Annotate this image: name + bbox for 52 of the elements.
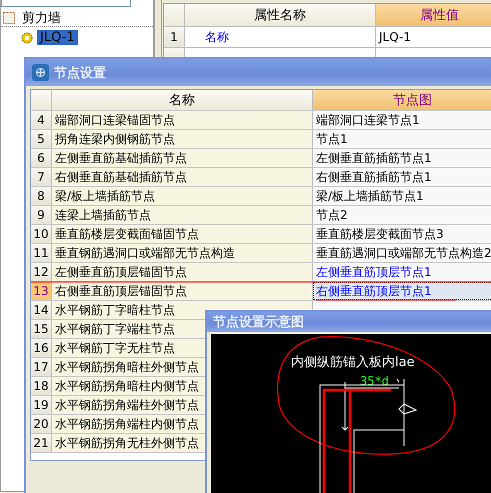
header-cell: 名称 <box>52 90 313 110</box>
row-number[interactable]: 4 <box>31 111 52 129</box>
tree-item[interactable]: JLQ-1 <box>37 30 78 45</box>
row-number: 1 <box>164 27 185 47</box>
table-cell: 左侧垂直筋基础插筋节点 <box>52 149 313 167</box>
row-number[interactable]: 5 <box>31 130 52 148</box>
table-cell: 梁/板上墙插筋节点 <box>52 187 313 205</box>
table-cell: 端部洞口连梁锚固节点 <box>52 111 313 129</box>
table-cell[interactable]: 左侧垂直筋插筋节点1 <box>313 149 491 167</box>
table-cell: 垂直筋楼层变截面锚固节点 <box>52 225 313 243</box>
table-cell[interactable]: 垂直筋楼层变截面节点3 <box>313 225 491 243</box>
window-title: 节点设置 <box>54 64 106 82</box>
row-number[interactable]: 10 <box>31 225 52 243</box>
table-cell: 拐角连梁内侧钢筋节点 <box>52 130 313 148</box>
row-number[interactable]: 13 <box>31 282 52 300</box>
row-number[interactable]: 11 <box>31 244 52 262</box>
table-cell: 右侧垂直筋顶层锚固节点 <box>52 282 313 300</box>
header-cell: 属性名称 <box>185 4 376 26</box>
table-cell[interactable]: 右侧垂直筋顶层节点1 <box>313 282 491 300</box>
app-icon <box>32 64 49 81</box>
row-number[interactable]: 12 <box>31 263 52 281</box>
table-cell: 连梁上墙插筋节点 <box>52 206 313 224</box>
row-number[interactable]: 21 <box>31 434 52 452</box>
header-cell: 节点图 <box>313 90 491 110</box>
row-number[interactable]: 19 <box>31 396 52 414</box>
header-cell: 属性值 <box>376 4 491 26</box>
table-cell: 名称 <box>185 27 376 47</box>
table-cell: 左侧垂直筋顶层锚固节点 <box>52 263 313 281</box>
row-number[interactable]: 7 <box>31 168 52 186</box>
row-number[interactable]: 8 <box>31 187 52 205</box>
row-number[interactable]: 15 <box>31 320 52 338</box>
gear-icon <box>21 32 33 44</box>
table-cell[interactable]: 右侧垂直筋插筋节点1 <box>313 168 491 186</box>
table-cell[interactable]: 左侧垂直筋顶层节点1 <box>313 263 491 281</box>
table-cell[interactable]: 垂直筋遇洞口或端部无节点构造2 <box>313 244 491 262</box>
table-cell[interactable]: 梁/板上墙插筋节点1 <box>313 187 491 205</box>
table-cell: JLQ-1 <box>376 27 491 47</box>
row-number[interactable]: 9 <box>31 206 52 224</box>
table-cell: 垂直钢筋遇洞口或端部无节点构造 <box>52 244 313 262</box>
row-number[interactable]: 18 <box>31 377 52 395</box>
filter-field[interactable] <box>1 0 131 7</box>
table-cell[interactable]: 节点1 <box>313 130 491 148</box>
row-number[interactable]: 17 <box>31 358 52 376</box>
table-cell[interactable]: 端部洞口连梁节点1 <box>313 111 491 129</box>
table-cell[interactable]: 节点2 <box>313 206 491 224</box>
row-number[interactable]: 6 <box>31 149 52 167</box>
table-cell: 右侧垂直筋基础插筋节点 <box>52 168 313 186</box>
row-number[interactable]: 16 <box>31 339 52 357</box>
row-number[interactable]: 14 <box>31 301 52 319</box>
folder-icon <box>3 12 15 24</box>
row-number[interactable]: 20 <box>31 415 52 433</box>
tree-item[interactable]: 剪力墙 <box>19 8 64 26</box>
